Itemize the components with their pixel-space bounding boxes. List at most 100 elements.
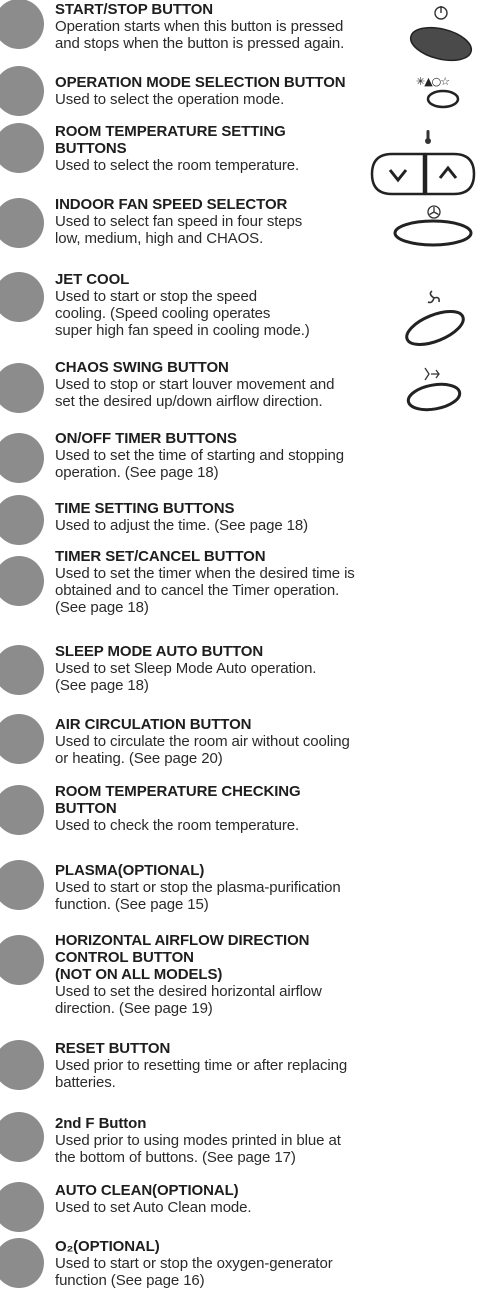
- bullet-3: [0, 123, 44, 173]
- entry-desc-line: obtained and to cancel the Timer operati…: [55, 582, 340, 599]
- jet-cool-button-icon: [400, 305, 470, 351]
- entry-title: HORIZONTAL AIRFLOW DIRECTION: [55, 932, 310, 949]
- entry-desc-line: low, medium, high and CHAOS.: [55, 230, 264, 247]
- entry-room-temp-checking: ROOM TEMPERATURE CHECKING BUTTON Used to…: [55, 783, 465, 834]
- bullet-13: [0, 860, 44, 910]
- entry-desc-line: Used to set the time of starting and sto…: [55, 447, 345, 464]
- entry-desc-line: Used to start or stop the plasma-purific…: [55, 879, 341, 896]
- entry-desc-line: Used to set the desired horizontal airfl…: [55, 983, 322, 1000]
- entry-fan-speed: INDOOR FAN SPEED SELECTOR Used to select…: [55, 196, 355, 247]
- entry-title: OPERATION MODE SELECTION BUTTON: [55, 74, 346, 91]
- bullet-2: [0, 66, 44, 116]
- bullet-4: [0, 198, 44, 248]
- bullet-16: [0, 1112, 44, 1162]
- bullet-8: [0, 495, 44, 545]
- entry-title: SLEEP MODE AUTO BUTTON: [55, 643, 264, 660]
- start-stop-button-icon: [408, 24, 474, 64]
- entry-desc-line: set the desired up/down airflow directio…: [55, 393, 323, 410]
- entry-desc-line: function (See page 16): [55, 1272, 205, 1289]
- entry-title: RESET BUTTON: [55, 1040, 171, 1057]
- entry-desc-line: (See page 18): [55, 599, 149, 616]
- entry-desc-line: operation. (See page 18): [55, 464, 219, 481]
- entry-title-line3: (NOT ON ALL MODELS): [55, 966, 223, 983]
- entry-desc-line: (See page 18): [55, 677, 149, 694]
- fan-speed-button-icon: [392, 218, 474, 248]
- entry-desc-line: batteries.: [55, 1074, 116, 1091]
- entry-air-circulation: AIR CIRCULATION BUTTON Used to circulate…: [55, 716, 465, 767]
- bullet-5: [0, 272, 44, 322]
- entry-desc-line: Used prior to resetting time or after re…: [55, 1057, 348, 1074]
- entry-operation-mode: OPERATION MODE SELECTION BUTTON Used to …: [55, 74, 395, 108]
- entry-desc-line: or heating. (See page 20): [55, 750, 223, 767]
- thermometer-icon: [423, 129, 433, 145]
- entry-title: ROOM TEMPERATURE CHECKING: [55, 783, 301, 800]
- entry-on-off-timer: ON/OFF TIMER BUTTONS Used to set the tim…: [55, 430, 465, 481]
- entry-title: PLASMA(OPTIONAL): [55, 862, 205, 879]
- bullet-18: [0, 1238, 44, 1288]
- entry-desc-line: Used prior to using modes printed in blu…: [55, 1132, 341, 1149]
- entry-desc-line: Used to start or stop the speed: [55, 288, 258, 305]
- entry-desc-line: cooling. (Speed cooling operates: [55, 305, 271, 322]
- entry-plasma: PLASMA(OPTIONAL) Used to start or stop t…: [55, 862, 465, 913]
- entry-title-line2: CONTROL BUTTON: [55, 949, 194, 966]
- entry-desc-line: Used to circulate the room air without c…: [55, 733, 350, 750]
- bullet-15: [0, 1040, 44, 1090]
- entry-title: JET COOL: [55, 271, 130, 288]
- entry-title: START/STOP BUTTON: [55, 1, 214, 18]
- entry-desc-line: Used to select the operation mode.: [55, 91, 285, 108]
- entry-desc-line: Used to check the room temperature.: [55, 817, 300, 834]
- temp-down-button-icon: [368, 150, 426, 198]
- entry-desc-line: Used to stop or start louver movement an…: [55, 376, 335, 393]
- entry-desc-line: Used to start or stop the oxygen-generat…: [55, 1255, 333, 1272]
- chaos-swing-button-icon: [404, 380, 464, 414]
- entry-desc-line: the bottom of buttons. (See page 17): [55, 1149, 296, 1166]
- bullet-1: [0, 0, 44, 49]
- entry-desc-line: Used to select the room temperature.: [55, 157, 300, 174]
- entry-title-line2: BUTTON: [55, 800, 117, 817]
- entry-title: AUTO CLEAN(OPTIONAL): [55, 1182, 239, 1199]
- mode-symbols-icon: ✳▲○☆: [416, 75, 450, 88]
- entry-desc-line: direction. (See page 19): [55, 1000, 213, 1017]
- entry-desc-line: function. (See page 15): [55, 896, 209, 913]
- bullet-9: [0, 556, 44, 606]
- entry-horizontal-airflow: HORIZONTAL AIRFLOW DIRECTION CONTROL BUT…: [55, 932, 465, 1017]
- bullet-6: [0, 363, 44, 413]
- entry-title: TIME SETTING BUTTONS: [55, 500, 235, 517]
- entry-room-temp-setting: ROOM TEMPERATURE SETTING BUTTONS Used to…: [55, 123, 355, 174]
- entry-desc-line: super high fan speed in cooling mode.): [55, 322, 310, 339]
- entry-start-stop: START/STOP BUTTON Operation starts when …: [55, 1, 395, 52]
- entry-o2: O₂(OPTIONAL) Used to start or stop the o…: [55, 1238, 465, 1289]
- entry-auto-clean: AUTO CLEAN(OPTIONAL) Used to set Auto Cl…: [55, 1182, 465, 1216]
- entry-title: INDOOR FAN SPEED SELECTOR: [55, 196, 288, 213]
- operation-mode-button-icon: [424, 88, 462, 110]
- entry-title: TIMER SET/CANCEL BUTTON: [55, 548, 266, 565]
- entry-title: O₂(OPTIONAL): [55, 1238, 160, 1255]
- bullet-14: [0, 935, 44, 985]
- entry-title: 2nd F Button: [55, 1115, 147, 1132]
- entry-title-line2: BUTTONS: [55, 140, 127, 157]
- entry-desc-line: Used to set Sleep Mode Auto operation.: [55, 660, 317, 677]
- entry-jet-cool: JET COOL Used to start or stop the speed…: [55, 271, 355, 339]
- entry-2nd-f: 2nd F Button Used prior to using modes p…: [55, 1115, 465, 1166]
- temp-up-button-icon: [424, 150, 477, 198]
- entry-desc-line: Used to set Auto Clean mode.: [55, 1199, 252, 1216]
- entry-desc-line: Used to set the timer when the desired t…: [55, 565, 355, 582]
- bullet-12: [0, 785, 44, 835]
- entry-desc-line: Used to adjust the time. (See page 18): [55, 517, 309, 534]
- jet-cool-icon: [426, 290, 442, 306]
- entry-timer-set-cancel: TIMER SET/CANCEL BUTTON Used to set the …: [55, 548, 465, 616]
- bullet-10: [0, 645, 44, 695]
- entry-sleep-mode: SLEEP MODE AUTO BUTTON Used to set Sleep…: [55, 643, 465, 694]
- entry-title: ON/OFF TIMER BUTTONS: [55, 430, 237, 447]
- entry-title: CHAOS SWING BUTTON: [55, 359, 229, 376]
- power-icon: [432, 3, 450, 23]
- entry-desc-line: Used to select fan speed in four steps: [55, 213, 303, 230]
- entry-title: ROOM TEMPERATURE SETTING: [55, 123, 286, 140]
- bullet-17: [0, 1182, 44, 1232]
- bullet-7: [0, 433, 44, 483]
- entry-time-setting: TIME SETTING BUTTONS Used to adjust the …: [55, 500, 465, 534]
- entry-title: AIR CIRCULATION BUTTON: [55, 716, 252, 733]
- entry-desc-line: and stops when the button is pressed aga…: [55, 35, 345, 52]
- bullet-11: [0, 714, 44, 764]
- entry-reset: RESET BUTTON Used prior to resetting tim…: [55, 1040, 465, 1091]
